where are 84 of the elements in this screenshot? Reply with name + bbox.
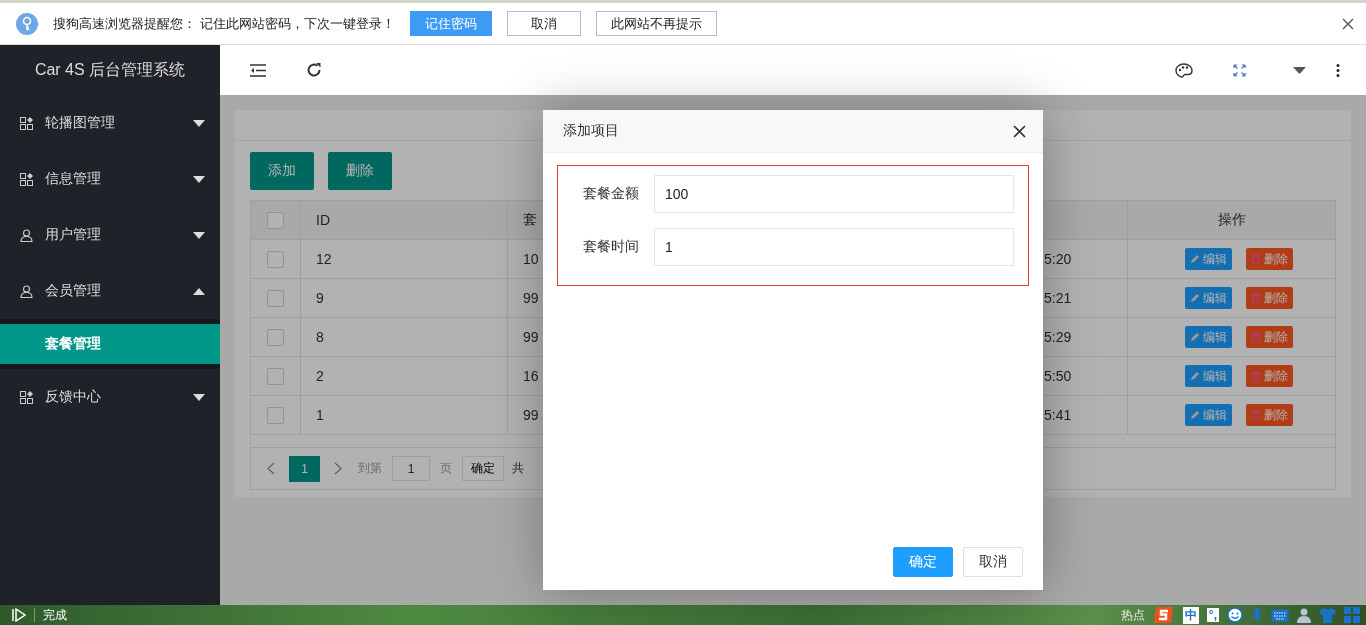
fullscreen-icon[interactable] [1233,63,1246,77]
status-text: 完成 [43,606,67,624]
page-input[interactable]: 1 [392,456,430,481]
sidebar-subitem[interactable]: 套餐管理 [0,324,220,364]
page-number[interactable]: 1 [289,455,320,482]
prompt-button[interactable]: 记住密码 [409,11,492,36]
prompt-message: 搜狗高速浏览器提醒您： 记住此网站密码，下次一键登录！ [53,14,395,33]
ime-logo-icon[interactable] [1152,605,1175,625]
goto-button[interactable]: 确定 [462,456,504,481]
checkbox[interactable] [267,211,284,229]
table-cell: 12 [301,240,508,278]
table-cell: 1 [301,396,508,434]
checkbox[interactable] [267,289,284,307]
row-action-button[interactable]: 编辑 [1185,326,1232,348]
pencil-icon [1190,410,1200,420]
input-mode[interactable]: 中 [1182,606,1199,624]
action-button[interactable]: 删除 [328,152,392,190]
field-label: 套餐金额 [582,185,639,203]
row-action-button[interactable]: 删除 [1246,326,1293,348]
grid-icon [20,390,33,404]
goto-label: 到第 [358,460,382,477]
sidebar-item[interactable]: 反馈中心 [0,369,220,425]
table-cell: 2 [301,357,508,395]
palette-icon[interactable] [1175,62,1193,78]
hotspot-label[interactable]: 热点 [1120,606,1145,624]
input-field[interactable]: 1 [654,228,1014,266]
row-action-button[interactable]: 编辑 [1185,287,1232,309]
input-field[interactable]: 100 [654,175,1014,213]
pencil-icon [1190,254,1200,264]
prompt-button[interactable]: 此网站不再提示 [595,11,717,36]
menu-collapse-icon[interactable] [250,63,266,77]
checkbox[interactable] [267,250,284,268]
next-page-icon[interactable] [334,462,342,475]
total-count: 共 [512,460,524,477]
column-header: ID [301,201,508,239]
row-action-button[interactable]: 删除 [1246,287,1293,309]
row-action-button[interactable]: 删除 [1246,404,1293,426]
trash-icon [1251,254,1261,264]
grid-icon [20,116,33,130]
row-action-button[interactable]: 编辑 [1185,404,1232,426]
pencil-icon [1190,332,1200,342]
dialog-button[interactable]: 确定 [893,547,953,577]
user-icon [20,228,33,242]
user-icon [20,284,33,298]
field-label: 套餐时间 [582,238,639,256]
sidebar-item[interactable]: 会员管理 [0,263,220,319]
close-icon[interactable] [1342,17,1354,30]
person-icon[interactable] [1297,607,1311,623]
pencil-icon [1190,293,1200,303]
grid-icon [20,172,33,186]
keyboard-icon[interactable] [1271,608,1289,622]
trash-icon [1251,371,1261,381]
dialog-title: 添加项目 [563,122,619,140]
trash-icon [1251,410,1261,420]
play-icon[interactable] [12,608,35,622]
close-icon[interactable] [1013,124,1026,138]
prompt-button[interactable]: 取消 [506,11,581,36]
table-cell: 8 [301,318,508,356]
refresh-icon[interactable] [306,62,322,78]
sidebar-item[interactable]: 用户管理 [0,207,220,263]
app-title: Car 4S 后台管理系统 [33,59,187,80]
punctuation-mode[interactable]: °, [1206,608,1219,622]
checkbox[interactable] [267,367,284,385]
checkbox[interactable] [267,328,284,346]
smiley-icon[interactable] [1227,607,1243,623]
row-action-button[interactable]: 编辑 [1185,365,1232,387]
row-action-button[interactable]: 删除 [1246,248,1293,270]
sidebar-item[interactable]: 信息管理 [0,151,220,207]
dialog-button[interactable]: 取消 [963,547,1023,577]
previous-page-icon[interactable] [267,462,275,475]
dropdown-caret-icon[interactable] [1293,66,1306,74]
sidebar-item[interactable]: 轮播图管理 [0,95,220,151]
action-button[interactable]: 添加 [250,152,314,190]
trash-icon [1251,332,1261,342]
row-action-button[interactable]: 删除 [1246,365,1293,387]
page-unit: 页 [440,460,452,477]
key-icon [16,12,38,35]
row-action-button[interactable]: 编辑 [1185,248,1232,270]
checkbox[interactable] [267,406,284,424]
table-cell: 9 [301,279,508,317]
column-header: 操作 [1216,210,1247,229]
pencil-icon [1190,371,1200,381]
trash-icon [1251,293,1261,303]
more-icon[interactable] [1336,63,1340,77]
